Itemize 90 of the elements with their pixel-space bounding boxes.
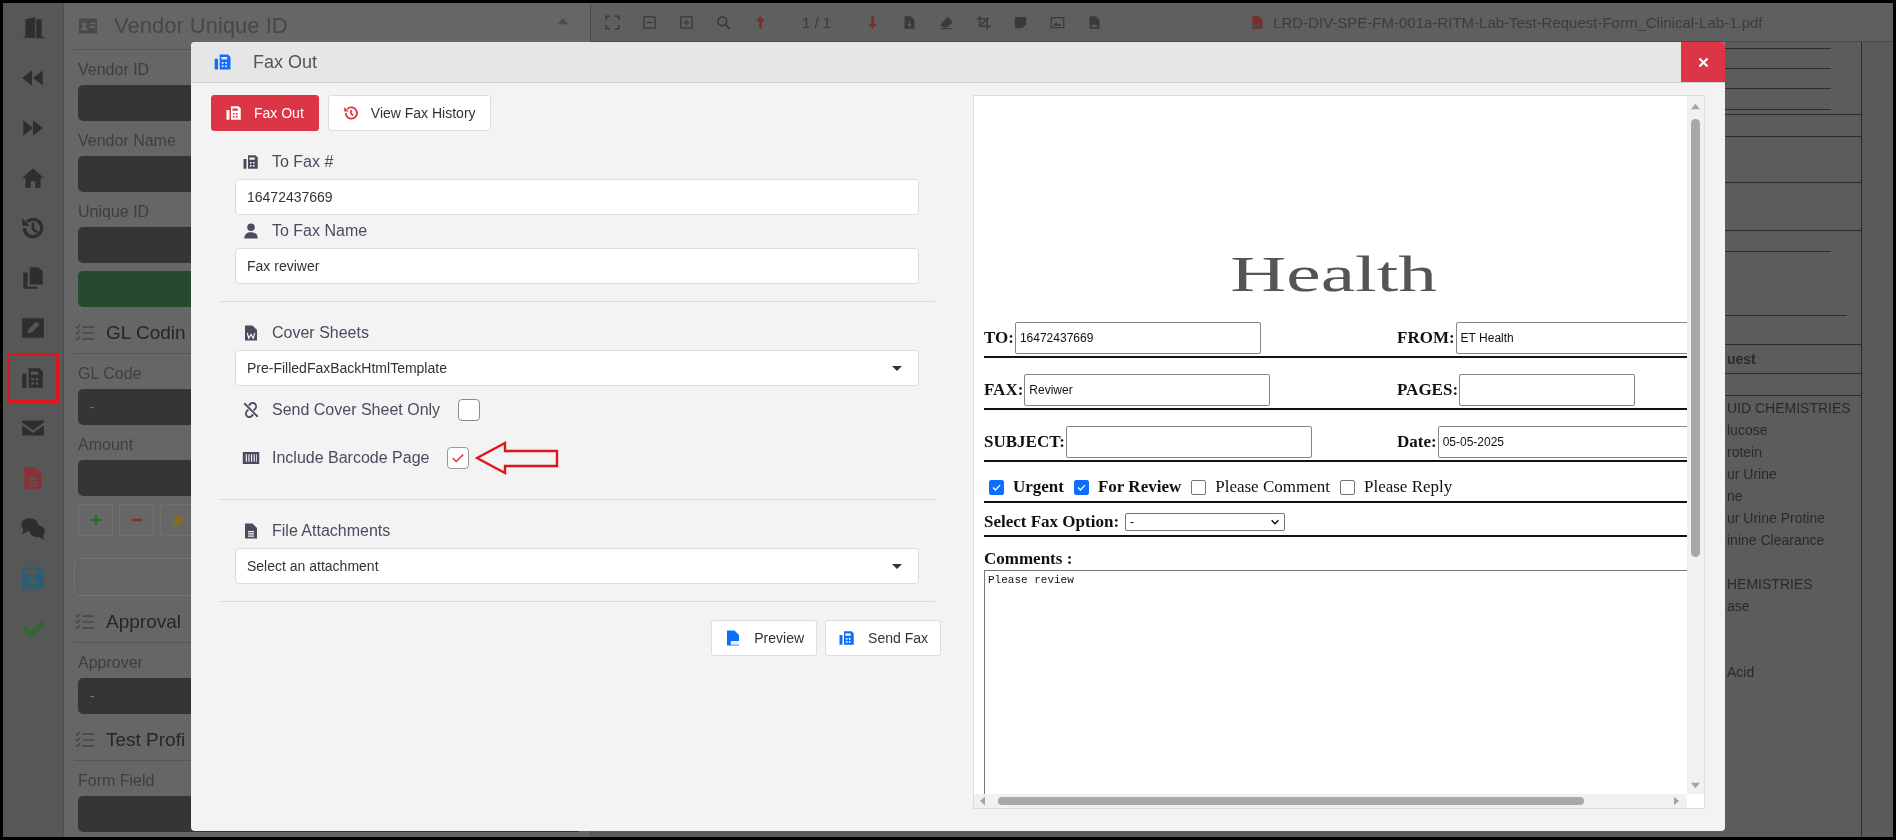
scroll-right-icon[interactable] [1672, 796, 1681, 806]
history-icon[interactable] [20, 215, 46, 241]
field-label: SUBJECT: [984, 432, 1065, 452]
checkbox[interactable] [458, 399, 481, 421]
add-button[interactable] [78, 504, 113, 536]
file-download-icon[interactable] [902, 14, 918, 30]
checkbox-label: Include Barcode Page [272, 449, 430, 467]
checklist-icon [74, 323, 96, 343]
input-field[interactable]: 16472437669 [235, 179, 919, 215]
note-icon[interactable] [1013, 14, 1029, 30]
chevron-icon [1270, 517, 1281, 527]
checkbox-label: Urgent [1013, 477, 1064, 497]
select-field[interactable]: - [1125, 513, 1286, 531]
plus-icon [88, 513, 103, 527]
caret-icon [892, 563, 902, 569]
barcode-icon [242, 449, 260, 467]
user-icon [242, 222, 260, 240]
comments-icon[interactable] [20, 515, 46, 541]
document-icon [242, 522, 260, 540]
field-label: TO: [984, 328, 1014, 348]
fax-icon [838, 629, 857, 647]
fax-icon [225, 104, 243, 122]
edit-icon[interactable] [20, 315, 46, 341]
zoom-in-icon[interactable] [679, 14, 694, 30]
remove-button[interactable] [119, 504, 154, 536]
checkbox[interactable] [989, 479, 1004, 495]
checklist-icon [74, 612, 96, 632]
checkbox[interactable] [1191, 479, 1207, 495]
unlink-icon [242, 401, 260, 419]
word-file-icon [242, 324, 260, 342]
scroll-up-icon[interactable] [1690, 102, 1701, 111]
field-label: To Fax # [272, 153, 334, 171]
id-card-icon [76, 16, 100, 36]
field-label: FROM: [1397, 328, 1455, 348]
select-field[interactable]: Select an attachment [235, 548, 919, 584]
input-field[interactable]: 16472437669 [1014, 322, 1261, 354]
checkbox-label: Please Comment [1215, 477, 1330, 497]
section-title: GL Codin [106, 322, 186, 344]
history-icon [341, 104, 360, 122]
crop-icon[interactable] [976, 14, 992, 30]
image-icon[interactable] [1050, 14, 1066, 30]
dialog-title: Fax Out [253, 51, 319, 73]
checkbox[interactable] [1339, 479, 1355, 495]
scrollbar-thumb[interactable] [998, 797, 1584, 805]
input-field[interactable]: Reviwer [1024, 374, 1271, 406]
field-label: File Attachments [272, 522, 391, 540]
fax-icon [213, 52, 233, 72]
scroll-down-icon[interactable] [1690, 781, 1701, 790]
button[interactable]: Send Fax [825, 620, 941, 656]
close-icon [1696, 55, 1710, 69]
field-label: PAGES: [1397, 380, 1459, 400]
pdf-file-icon [1250, 13, 1266, 31]
caret-icon [892, 365, 902, 371]
field-label: FAX: [984, 380, 1024, 400]
field-label: Cover Sheets [272, 324, 369, 342]
zoom-out-icon[interactable] [642, 14, 657, 30]
input-field[interactable] [1065, 426, 1312, 458]
door-icon[interactable] [20, 15, 46, 41]
copy-icon[interactable] [20, 265, 46, 291]
section-title: Test Profi [106, 729, 186, 751]
expand-icon[interactable] [605, 14, 620, 30]
field-label: Select Fax Option: [984, 512, 1120, 532]
image-file-icon[interactable] [1087, 14, 1103, 30]
tab[interactable]: View Fax History [327, 95, 491, 131]
logo-text: Health [1230, 245, 1438, 304]
fax-icon[interactable] [20, 365, 46, 391]
checklist-icon [74, 730, 96, 750]
tab[interactable]: Fax Out [211, 95, 319, 131]
check-icon [451, 451, 466, 465]
input-field[interactable]: Fax reviwer [235, 248, 919, 284]
close-button[interactable] [1681, 42, 1725, 82]
button[interactable]: Preview [711, 620, 818, 656]
select-field[interactable]: Pre-FilledFaxBackHtmlTemplate [235, 350, 919, 386]
fax-icon [242, 153, 260, 171]
section-title: Approval [106, 611, 181, 633]
checkbox[interactable] [447, 447, 470, 469]
checkbox-label: Send Cover Sheet Only [272, 401, 441, 419]
search-icon[interactable] [716, 14, 731, 30]
field-label: To Fax Name [272, 222, 368, 240]
scroll-left-icon[interactable] [978, 796, 987, 806]
checkbox[interactable] [1074, 479, 1089, 495]
field-label: Date: [1397, 432, 1437, 452]
save-icon[interactable] [20, 565, 46, 591]
checkbox-label: For Review [1098, 477, 1182, 497]
eraser-icon[interactable] [939, 14, 955, 30]
field-label: Comments : [984, 551, 1074, 567]
checkbox-label: Please Reply [1363, 477, 1453, 497]
eraser-icon [170, 513, 185, 527]
input-field[interactable] [1459, 374, 1636, 406]
scrollbar-thumb[interactable] [1691, 119, 1700, 557]
